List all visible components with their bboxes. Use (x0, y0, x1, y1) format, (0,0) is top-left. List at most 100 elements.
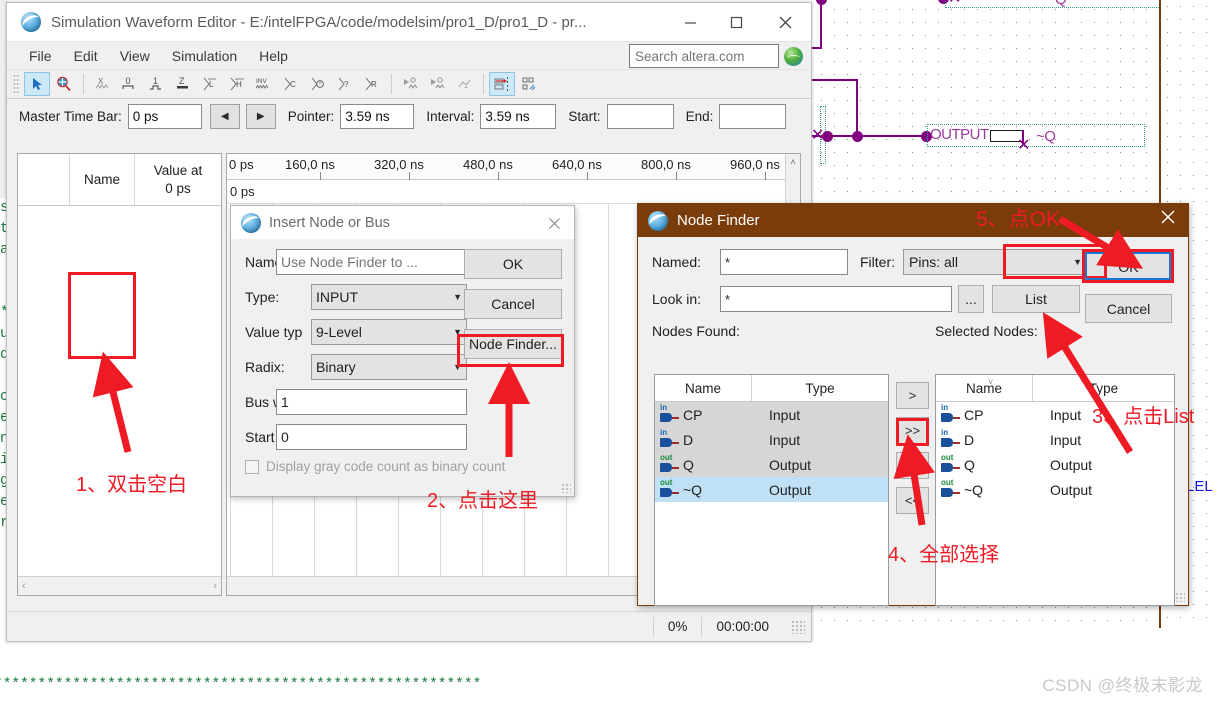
gray-code-checkbox[interactable] (245, 459, 259, 474)
search-input[interactable] (629, 44, 779, 68)
column-header-name[interactable]: Name (70, 154, 135, 205)
value-type-select[interactable]: 9-Level ▼ (311, 319, 467, 345)
count-value-l-tool[interactable]: L (197, 72, 223, 96)
scroll-up-arrow[interactable]: ˄ (786, 154, 800, 169)
toolbar-grip[interactable] (13, 74, 20, 94)
zoom-tool[interactable] (51, 72, 77, 96)
table-row[interactable]: in D Input (655, 427, 888, 452)
browse-button[interactable]: ... (958, 285, 984, 313)
annotation-box-node-finder (457, 334, 564, 367)
run-functional-simulation[interactable] (397, 72, 423, 96)
dialog-resize-grip[interactable] (1175, 592, 1185, 602)
time-ruler[interactable]: 0 ps 160,0 ns 320,0 ns 480,0 ns 640,0 ns… (227, 154, 800, 180)
gray-code-checkbox-row[interactable]: Display gray code count as binary count (245, 459, 562, 474)
node-pane-hscrollbar[interactable]: ‹ › (18, 576, 221, 595)
waveform-editing-tool[interactable]: X (89, 72, 115, 96)
watermark: CSDN @终极末影龙 (1042, 676, 1203, 695)
schematic-lel-label: LEL (1186, 478, 1213, 495)
scroll-down-arrow[interactable]: ˅ (988, 377, 993, 387)
count-value-c-tool[interactable]: C (278, 72, 304, 96)
table-row[interactable]: out Q Output (936, 452, 1174, 477)
simulation-settings[interactable] (451, 72, 477, 96)
close-icon[interactable] (544, 213, 564, 233)
cancel-button[interactable]: Cancel (1085, 294, 1172, 323)
node-type: Output (769, 481, 812, 498)
label-value-type: Value typ (245, 324, 303, 340)
pointer-input[interactable] (340, 103, 415, 129)
nodes-found-list[interactable]: Name Type in CP Input in D Input out Q O… (654, 374, 889, 606)
annotation-label-4: 4、全部选择 (888, 544, 1000, 566)
move-right-button[interactable]: > (896, 382, 929, 409)
radix-select-value: Binary (316, 359, 356, 375)
ruler-tick-mark (409, 172, 410, 180)
count-value-h-tool[interactable]: H (224, 72, 250, 96)
maximize-icon[interactable] (713, 3, 759, 41)
menu-help[interactable]: Help (249, 45, 298, 67)
list-button[interactable]: List (992, 285, 1080, 313)
menu-simulation[interactable]: Simulation (162, 45, 247, 67)
column-header-name[interactable]: Name (655, 375, 752, 401)
group-nodes[interactable] (516, 72, 542, 96)
clock-tool[interactable] (305, 72, 331, 96)
start-input[interactable] (606, 103, 674, 129)
type-select[interactable]: INPUT ▼ (311, 284, 467, 310)
field-row-name: Name: (245, 249, 467, 275)
column-header-type[interactable]: Type (752, 375, 888, 401)
start-index-input[interactable] (276, 424, 467, 450)
move-left-button[interactable]: < (896, 452, 929, 479)
move-all-left-button[interactable]: << (896, 487, 929, 514)
field-row-value-type: Value typ 9-Level ▼ (245, 319, 467, 345)
search-area (629, 44, 803, 68)
window-titlebar: Simulation Waveform Editor - E:/intelFPG… (7, 3, 811, 41)
master-time-bar-input[interactable] (127, 103, 202, 129)
named-input[interactable] (720, 249, 848, 275)
table-row[interactable]: in CP Input (655, 402, 888, 427)
close-icon[interactable] (759, 3, 811, 41)
radix-select[interactable]: Binary ▼ (311, 354, 467, 380)
force-low-tool[interactable]: 0 (116, 72, 142, 96)
node-name-pane[interactable]: Name Value at 0 ps ‹ › (17, 153, 222, 596)
minimize-icon[interactable] (667, 3, 713, 41)
close-icon[interactable] (1160, 209, 1176, 230)
force-unknown-z-tool[interactable]: Z (170, 72, 196, 96)
scroll-right-arrow[interactable]: › (213, 580, 217, 592)
end-input[interactable] (719, 103, 787, 129)
column-header-name[interactable]: Name (936, 375, 1033, 401)
table-row[interactable]: out ~Q Output (936, 477, 1174, 502)
menu-view[interactable]: View (110, 45, 160, 67)
schematic-wire (820, 0, 822, 48)
scroll-left-arrow[interactable]: ‹ (22, 580, 26, 592)
column-header-value-at[interactable]: Value at 0 ps (135, 154, 221, 205)
label-bus-width: Bus widtl (245, 394, 276, 410)
interval-input[interactable] (480, 103, 557, 129)
svg-text:0: 0 (126, 76, 131, 86)
run-timing-simulation[interactable] (424, 72, 450, 96)
insert-node-or-bus[interactable] (489, 72, 515, 96)
table-row[interactable]: in D Input (936, 427, 1174, 452)
annotation-label-5: 5、点OK (976, 208, 1061, 231)
resize-grip[interactable] (791, 619, 805, 634)
table-row[interactable]: out Q Output (655, 452, 888, 477)
cancel-button[interactable]: Cancel (464, 289, 562, 319)
table-row[interactable]: out ~Q Output (655, 477, 888, 502)
globe-icon[interactable] (784, 46, 803, 66)
menu-file[interactable]: File (19, 45, 62, 67)
select-arrow-tool[interactable] (24, 72, 50, 96)
unknown-value-tool[interactable]: ? (332, 72, 358, 96)
random-value-tool[interactable]: R (359, 72, 385, 96)
name-input[interactable] (276, 249, 467, 275)
bus-width-input[interactable] (276, 389, 467, 415)
prev-transition-button[interactable]: ◀ (209, 103, 240, 129)
dialog-resize-grip[interactable] (561, 483, 571, 493)
next-transition-button[interactable]: ▶ (245, 103, 276, 129)
node-type: Output (769, 456, 812, 473)
ruler-tick-0: 0 ps (229, 157, 254, 172)
menu-edit[interactable]: Edit (64, 45, 108, 67)
look-in-input[interactable] (720, 286, 952, 312)
force-high-tool[interactable]: 1 (143, 72, 169, 96)
column-header-type[interactable]: Type (1033, 375, 1174, 401)
field-row-radix: Radix: Binary ▼ (245, 354, 467, 380)
insert-dialog-title: Insert Node or Bus (269, 214, 390, 231)
ok-button[interactable]: OK (464, 249, 562, 279)
invert-tool[interactable]: INV (251, 72, 277, 96)
